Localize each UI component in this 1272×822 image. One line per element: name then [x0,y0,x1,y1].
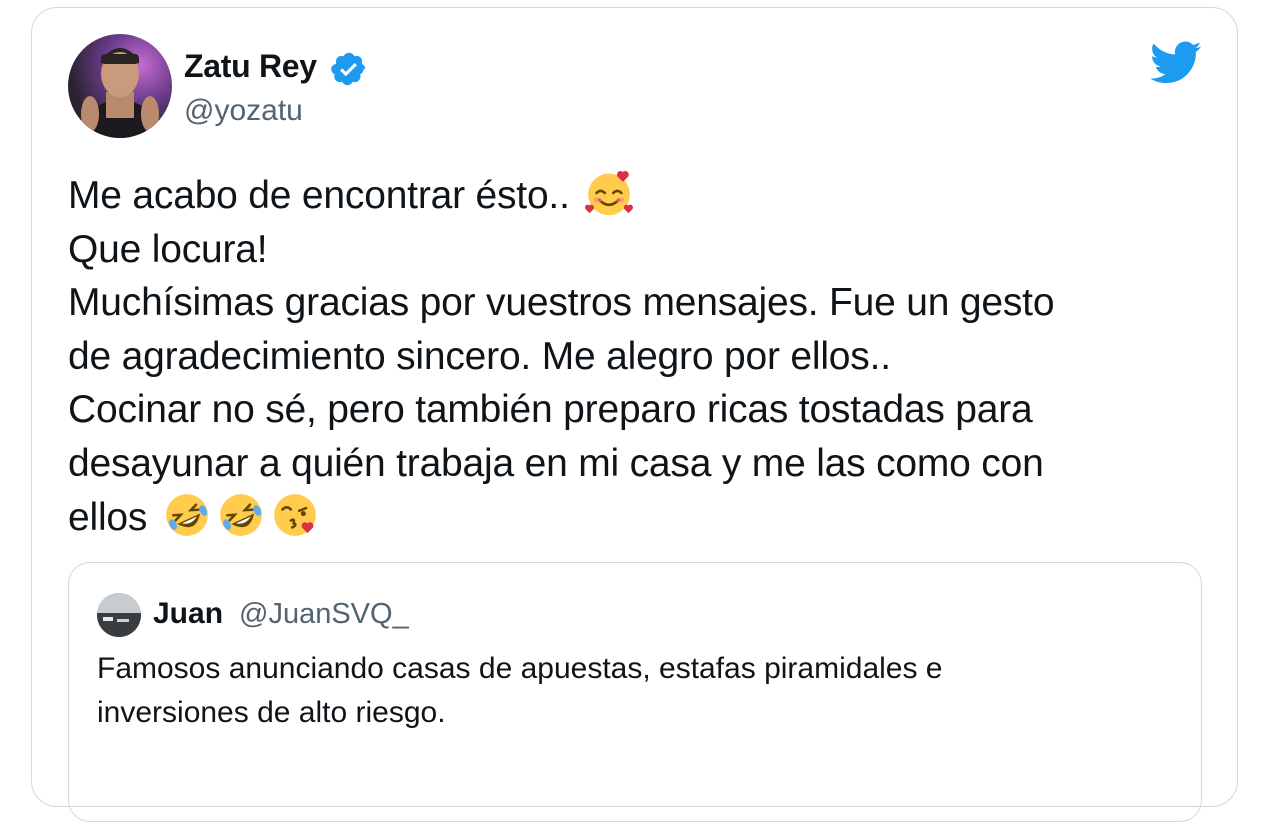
quoted-author-avatar[interactable] [97,593,141,637]
author-handle[interactable]: @yozatu [184,94,303,128]
quoted-text-line-1: Famosos anunciando casas de apuestas, es… [97,652,943,685]
tweet-text-line-4: de agradecimiento sincero. Me alegro por… [68,334,891,378]
tweet-text-line-6: desayunar a quién trabaja en mi casa y m… [68,441,1044,485]
tweet-text-line-2: Que locura! [68,227,268,271]
face-blowing-kiss-icon [274,494,316,536]
author-avatar[interactable] [68,34,172,138]
tweet-text-line-3: Muchísimas gracias por vuestros mensajes… [68,281,1055,324]
quoted-author-name[interactable]: Juan [153,597,223,631]
quoted-avatar-photo [97,593,141,637]
tweet-text: Me acabo de encontrar ésto.. Que locura!… [68,168,1178,545]
rolling-on-floor-laughing-icon [166,494,208,536]
tweet-text-line: ellos [68,490,1178,545]
tweet-text-line-5: Cocinar no sé, pero también preparo rica… [68,388,1033,431]
rolling-on-floor-laughing-icon [220,494,262,536]
quoted-text-line-2: inversiones de alto riesgo. [97,696,446,729]
tweet-text-line-7: ellos [68,496,148,539]
author-name[interactable]: Zatu Rey [184,48,317,85]
quoted-tweet-card[interactable]: Juan @JuanSVQ_ Famosos anunciando casas … [68,562,1202,822]
twitter-bird-icon[interactable] [1150,40,1202,86]
smiling-face-with-hearts-icon [585,171,634,216]
verified-badge-icon [331,52,366,86]
tweet-card[interactable]: Zatu Rey @yozatu Me acabo de encontrar é… [31,7,1238,822]
quoted-author-handle[interactable]: @JuanSVQ_ [239,598,409,631]
quoted-tweet-text: Famosos anunciando casas de apuestas, es… [97,647,1177,735]
tweet-text-line: Me acabo de encontrar ésto.. [68,168,1178,223]
avatar-photo [80,48,160,138]
tweet-text-line-1: Me acabo de encontrar ésto.. [68,174,570,217]
